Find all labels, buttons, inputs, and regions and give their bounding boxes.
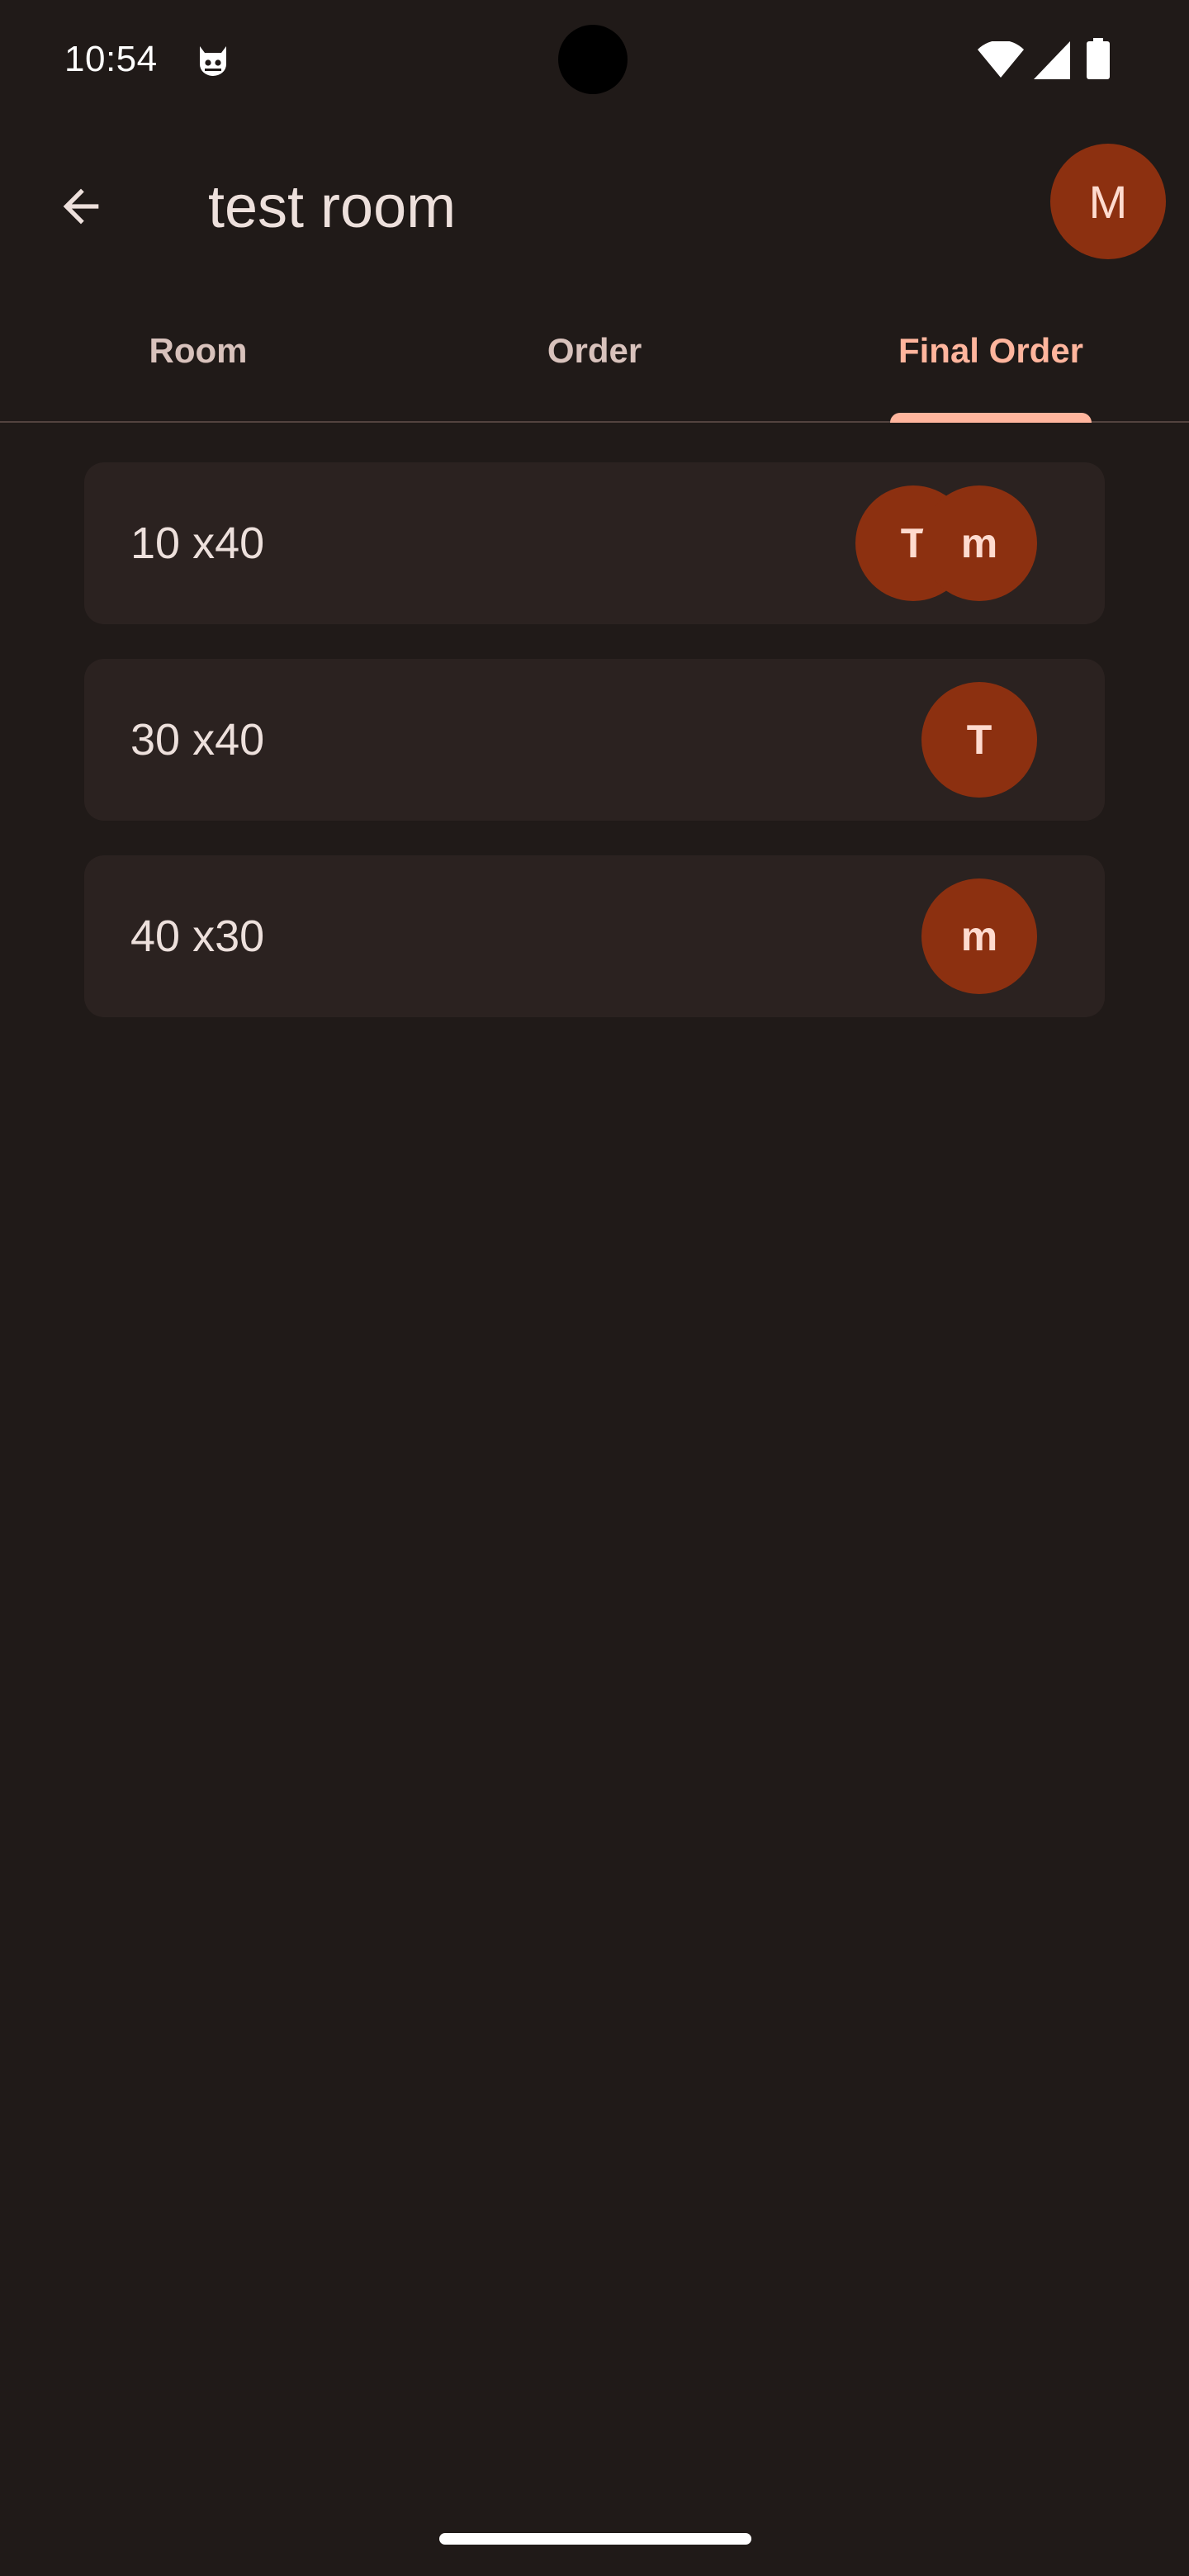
profile-avatar[interactable]: M [1050, 144, 1166, 259]
status-time: 10:54 [64, 39, 158, 79]
tab-bar: Room Order Final Order [0, 281, 1189, 423]
user-avatar: m [921, 878, 1037, 994]
avatar-stack: m [921, 878, 1037, 994]
page-title: test room [208, 174, 457, 240]
list-item[interactable]: 10 x40 T m [84, 462, 1105, 624]
back-button[interactable] [35, 160, 127, 253]
cat-notification-icon [200, 46, 226, 76]
tab-room[interactable]: Room [0, 281, 396, 421]
camera-cutout [558, 25, 628, 94]
order-label: 40 x30 [130, 912, 265, 961]
tab-final-order[interactable]: Final Order [793, 281, 1189, 421]
signal-icon [1034, 41, 1070, 79]
list-item[interactable]: 30 x40 T [84, 659, 1105, 821]
user-avatar: T [921, 682, 1037, 798]
user-avatar: m [921, 485, 1037, 601]
order-label: 30 x40 [130, 715, 265, 765]
tab-order[interactable]: Order [396, 281, 793, 421]
avatar-stack: T m [855, 485, 1037, 601]
order-label: 10 x40 [130, 519, 265, 568]
status-bar: 10:54 [0, 0, 1189, 119]
tab-indicator [890, 413, 1092, 423]
list-item[interactable]: 40 x30 m [84, 855, 1105, 1017]
app-bar: test room M [0, 119, 1189, 281]
wifi-icon [978, 41, 1024, 78]
battery-icon [1087, 38, 1110, 79]
gesture-nav-handle[interactable] [439, 2533, 751, 2545]
avatar-stack: T [921, 682, 1037, 798]
tab-final-order-label: Final Order [898, 331, 1084, 370]
arrow-back-icon [63, 188, 99, 225]
